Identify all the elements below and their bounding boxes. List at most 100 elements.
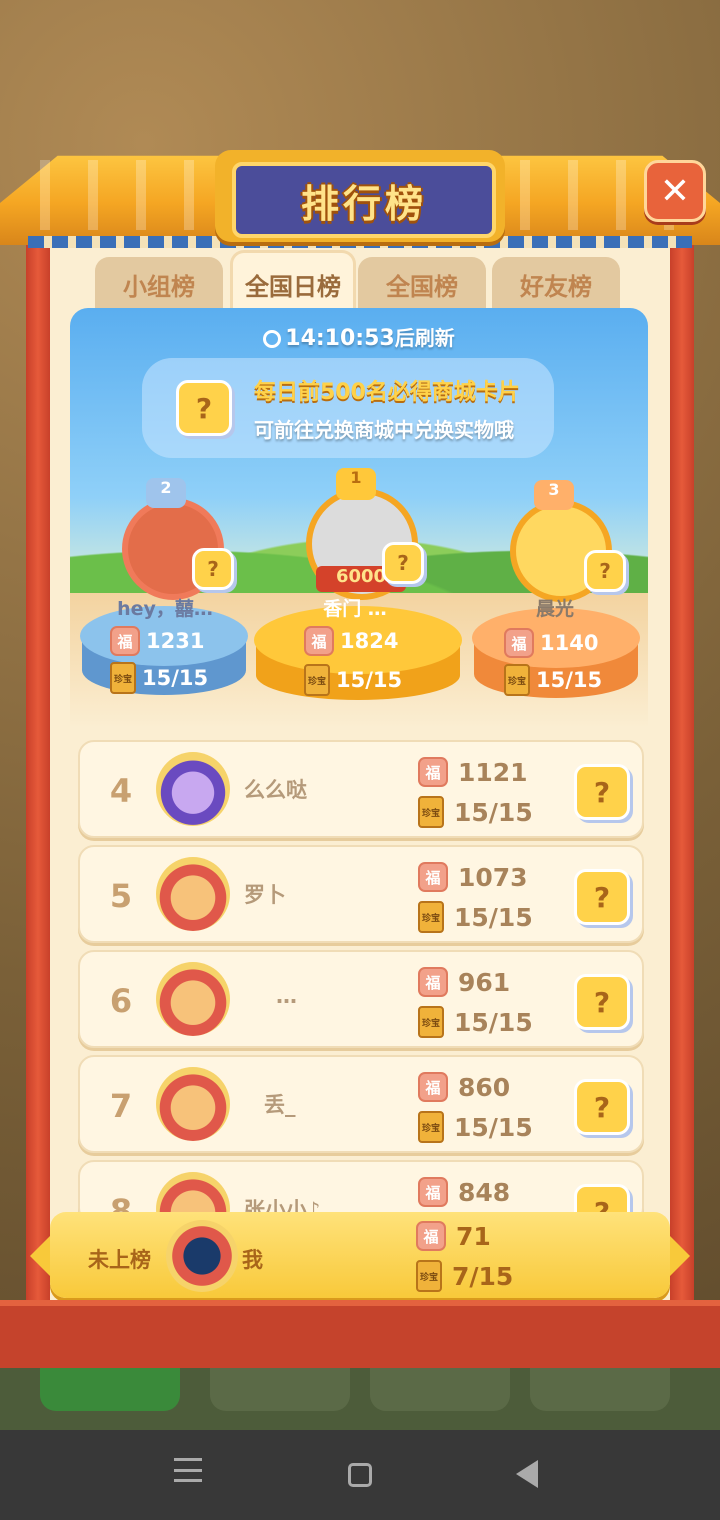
timer-time: 14:10:53 xyxy=(285,326,395,351)
tab-friends[interactable]: 好友榜 xyxy=(492,257,620,311)
book-count: 15/15 xyxy=(454,1007,533,1037)
book-icon: 珍宝 xyxy=(418,1111,444,1143)
menu-icon[interactable] xyxy=(174,1458,202,1482)
mystery-card-icon[interactable]: ? xyxy=(574,974,630,1030)
promo-banner: ? 每日前500名必得商城卡片 可前往兑换商城中兑换实物哦 xyxy=(142,358,554,458)
system-nav-bar xyxy=(0,1430,720,1520)
clock-icon xyxy=(263,330,282,348)
top-three-area: 14:10:53后刷新 ? 每日前500名必得商城卡片 可前往兑换商城中兑换实物… xyxy=(70,308,648,728)
podium-1-name: 香门 … xyxy=(323,598,387,620)
book-icon: 珍宝 xyxy=(418,901,444,933)
avatar[interactable] xyxy=(156,962,230,1036)
player-name: 丢_ xyxy=(264,1093,296,1117)
tab-national-daily[interactable]: 全国日榜 xyxy=(230,250,356,315)
podium-2-card-icon[interactable]: ? xyxy=(192,548,234,590)
rank-number: 6 xyxy=(109,982,133,1020)
timer-suffix: 后刷新 xyxy=(394,326,455,350)
book-icon: 珍宝 xyxy=(504,664,530,696)
book-icon: 珍宝 xyxy=(110,662,136,694)
list-item[interactable]: 7 丢_ 福 860 珍宝 15/15 ? xyxy=(78,1055,644,1153)
mystery-card-icon: ? xyxy=(176,380,232,436)
player-name: … xyxy=(276,984,297,1008)
tab-group[interactable]: 小组榜 xyxy=(95,257,223,311)
podium-2-books: 珍宝 15/15 xyxy=(110,662,208,694)
tab-label: 好友榜 xyxy=(520,272,592,301)
rank-1-crown: 1 xyxy=(336,468,376,500)
podium-2-fu: 福 1231 xyxy=(110,626,204,656)
book-icon: 珍宝 xyxy=(416,1260,442,1292)
my-stats: 福 71 珍宝 7/15 xyxy=(416,1216,513,1296)
tab-label: 全国日榜 xyxy=(245,272,341,301)
tab-label: 全国榜 xyxy=(386,272,458,301)
podium-3-books: 珍宝 15/15 xyxy=(504,664,602,696)
promo-line-1: 每日前500名必得商城卡片 xyxy=(254,380,520,405)
home-icon[interactable] xyxy=(348,1463,372,1487)
mystery-card-icon[interactable]: ? xyxy=(574,1079,630,1135)
mystery-card-icon[interactable]: ? xyxy=(574,869,630,925)
close-button[interactable]: ✕ xyxy=(644,160,706,222)
tab-label: 小组榜 xyxy=(123,272,195,301)
list-item[interactable]: 6 … 福 961 珍宝 15/15 ? xyxy=(78,950,644,1048)
frame-base xyxy=(0,1300,720,1368)
my-book-count: 7/15 xyxy=(452,1261,514,1291)
rank-3-crown: 3 xyxy=(534,480,574,510)
title-board: 排行榜 xyxy=(232,162,496,238)
my-rank-bar[interactable]: 未上榜 我 福 71 珍宝 7/15 xyxy=(50,1212,670,1298)
fu-icon: 福 xyxy=(418,967,448,997)
player-stats: 福 848 xyxy=(418,1172,510,1212)
list-item[interactable]: 4 么么哒 福 1121 珍宝 15/15 ? xyxy=(78,740,644,838)
promo-line-2: 可前往兑换商城中兑换实物哦 xyxy=(254,418,514,442)
left-pillar xyxy=(26,245,50,1325)
fu-score: 961 xyxy=(458,967,511,997)
book-count: 15/15 xyxy=(454,797,533,827)
fu-score: 860 xyxy=(458,1072,511,1102)
mystery-card-icon[interactable]: ? xyxy=(574,764,630,820)
fu-icon: 福 xyxy=(418,1177,448,1207)
rank-number: 5 xyxy=(109,877,133,915)
close-icon: ✕ xyxy=(659,170,691,212)
fu-icon: 福 xyxy=(418,862,448,892)
player-stats: 福 1121 珍宝 15/15 xyxy=(418,752,533,832)
my-name: 我 xyxy=(242,1248,263,1272)
player-name: 么么哒 xyxy=(244,778,307,802)
player-stats: 福 860 珍宝 15/15 xyxy=(418,1067,533,1147)
fu-score: 1121 xyxy=(458,757,528,787)
fu-icon: 福 xyxy=(418,757,448,787)
my-avatar[interactable] xyxy=(166,1220,238,1292)
podium-1-books: 珍宝 15/15 xyxy=(304,664,402,696)
right-pillar xyxy=(670,245,694,1325)
fu-score: 1073 xyxy=(458,862,528,892)
player-name: 罗卜 xyxy=(244,883,286,907)
avatar[interactable] xyxy=(156,752,230,826)
podium-2-name: hey，囍… xyxy=(117,598,213,620)
fu-score: 848 xyxy=(458,1177,511,1207)
rank-2-crown: 2 xyxy=(146,478,186,508)
list-item[interactable]: 5 罗卜 福 1073 珍宝 15/15 ? xyxy=(78,845,644,943)
back-icon[interactable] xyxy=(516,1460,538,1488)
book-icon: 珍宝 xyxy=(418,796,444,828)
rank-number: 7 xyxy=(109,1087,133,1125)
my-rank-status: 未上榜 xyxy=(88,1248,151,1272)
avatar[interactable] xyxy=(156,857,230,931)
book-count: 15/15 xyxy=(454,902,533,932)
fu-icon: 福 xyxy=(110,626,140,656)
book-icon: 珍宝 xyxy=(304,664,330,696)
podium-3-fu: 福 1140 xyxy=(504,628,598,658)
podium-3-name: 晨光 xyxy=(535,598,574,620)
podium-1-fu: 福 1824 xyxy=(304,626,398,656)
book-count: 15/15 xyxy=(454,1112,533,1142)
avatar[interactable] xyxy=(156,1067,230,1141)
page-title: 排行榜 xyxy=(300,181,427,226)
fu-icon: 福 xyxy=(418,1072,448,1102)
fu-icon: 福 xyxy=(416,1221,446,1251)
refresh-timer: 14:10:53后刷新 xyxy=(70,322,648,351)
my-fu-score: 71 xyxy=(456,1221,491,1251)
fu-icon: 福 xyxy=(504,628,534,658)
podium-1-card-icon[interactable]: ? xyxy=(382,542,424,584)
fu-icon: 福 xyxy=(304,626,334,656)
tab-national[interactable]: 全国榜 xyxy=(358,257,486,311)
podium-3-card-icon[interactable]: ? xyxy=(584,550,626,592)
rank-number: 4 xyxy=(109,772,133,810)
player-stats: 福 961 珍宝 15/15 xyxy=(418,962,533,1042)
player-stats: 福 1073 珍宝 15/15 xyxy=(418,857,533,937)
